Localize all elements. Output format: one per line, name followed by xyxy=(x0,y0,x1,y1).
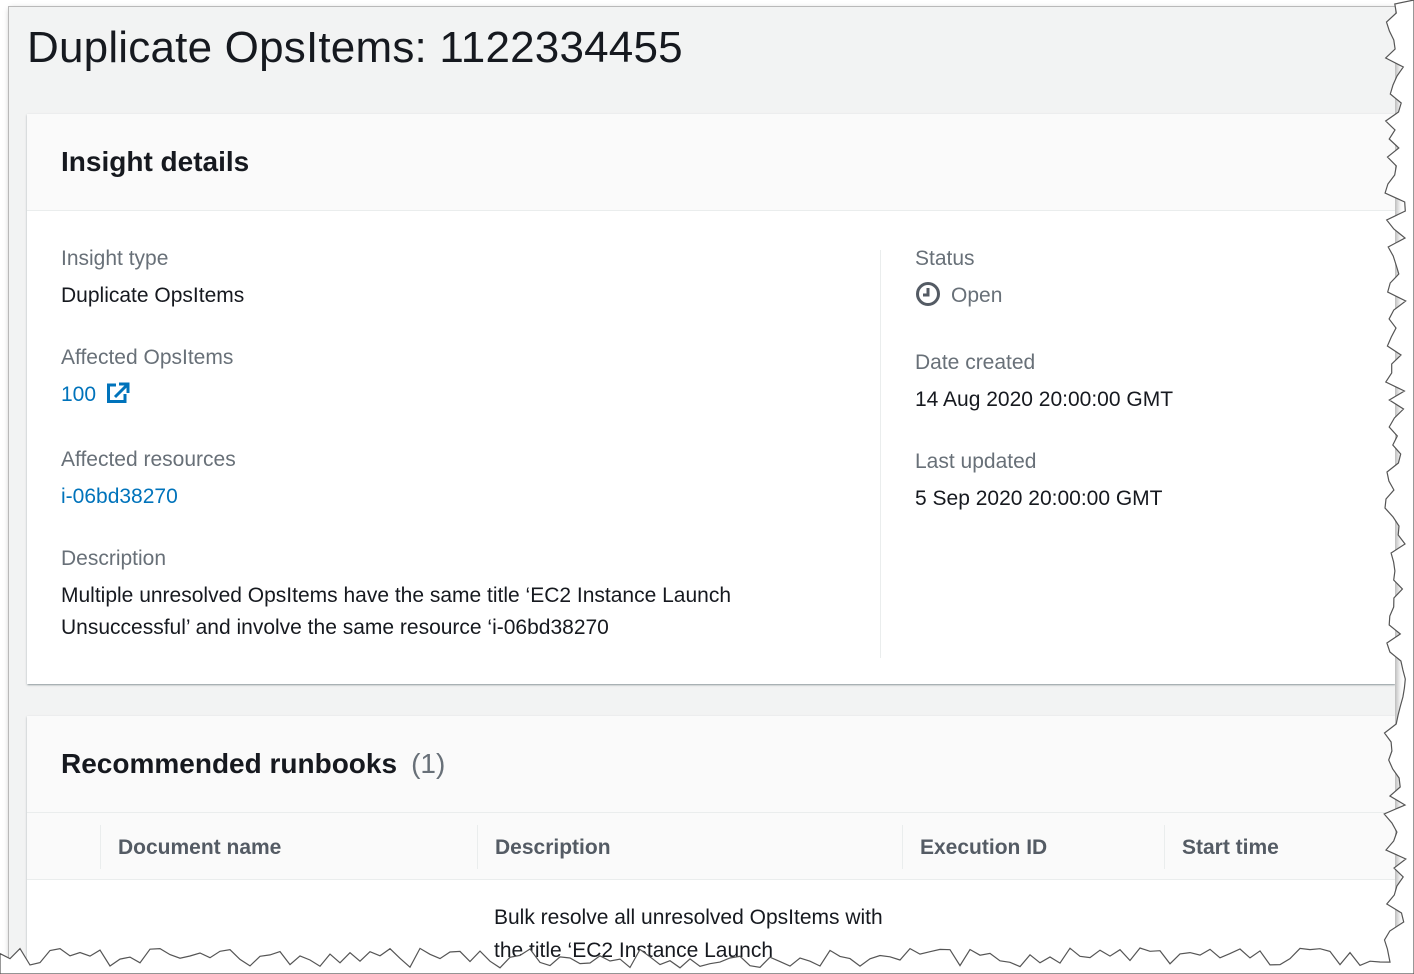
recommended-runbooks-title: Recommended runbooks (1) xyxy=(61,716,445,812)
description-label: Description xyxy=(61,547,167,570)
status-value-row: Open xyxy=(915,280,1395,317)
column-separator xyxy=(902,825,903,869)
status-field: Status Open xyxy=(915,244,1395,317)
column-header-execution-id[interactable]: Execution ID xyxy=(920,813,1047,879)
description-field: Description Multiple unresolved OpsItems… xyxy=(61,544,861,644)
affected-resources-field: Affected resources i-06bd38270 xyxy=(61,445,861,513)
page-title: Duplicate OpsItems: 1122334455 xyxy=(27,23,683,72)
insight-details-right-column: Status Open Date created 14 Aug 2020 20:… xyxy=(915,244,1395,546)
description-value: Multiple unresolved OpsItems have the sa… xyxy=(61,584,732,639)
date-created-label: Date created xyxy=(915,351,1036,374)
status-value: Open xyxy=(951,284,1003,307)
column-header-start-time[interactable]: Start time xyxy=(1182,813,1279,879)
column-header-description[interactable]: Description xyxy=(495,813,611,879)
date-created-field: Date created 14 Aug 2020 20:00:00 GMT xyxy=(915,348,1395,416)
recommended-runbooks-panel: Recommended runbooks (1) Document name De… xyxy=(27,716,1395,967)
insight-details-left-column: Insight type Duplicate OpsItems Affected… xyxy=(61,244,861,675)
column-header-document-name[interactable]: Document name xyxy=(118,813,281,879)
clock-icon xyxy=(915,281,941,317)
last-updated-label: Last updated xyxy=(915,450,1037,473)
last-updated-value: 5 Sep 2020 20:00:00 GMT xyxy=(915,487,1163,510)
affected-opsitems-count: 100 xyxy=(61,383,97,406)
affected-opsitems-value-row: 100 xyxy=(61,379,861,414)
affected-resource-link[interactable]: i-06bd38270 xyxy=(61,485,178,508)
date-created-value: 14 Aug 2020 20:00:00 GMT xyxy=(915,388,1174,411)
insight-details-title: Insight details xyxy=(61,146,250,177)
affected-opsitems-field: Affected OpsItems 100 xyxy=(61,343,861,414)
runbooks-count: (1) xyxy=(411,748,446,779)
insight-details-panel: Insight details Insight type Duplicate O… xyxy=(27,114,1395,684)
column-separator xyxy=(1164,825,1165,869)
affected-resources-value-row: i-06bd38270 xyxy=(61,481,861,513)
status-label: Status xyxy=(915,247,975,270)
column-separator xyxy=(100,825,101,869)
screenshot-frame: Duplicate OpsItems: 1122334455 Insight d… xyxy=(8,6,1395,967)
insight-type-field: Insight type Duplicate OpsItems xyxy=(61,244,861,312)
insight-type-label: Insight type xyxy=(61,247,169,270)
insight-type-value: Duplicate OpsItems xyxy=(61,284,245,307)
affected-opsitems-link[interactable]: 100 xyxy=(61,382,130,406)
column-separator xyxy=(477,825,478,869)
insight-details-header: Insight details xyxy=(27,114,1395,211)
affected-resources-label: Affected resources xyxy=(61,448,236,471)
affected-opsitems-label: Affected OpsItems xyxy=(61,346,234,369)
recommended-runbooks-header: Recommended runbooks (1) xyxy=(27,716,1395,813)
last-updated-field: Last updated 5 Sep 2020 20:00:00 GMT xyxy=(915,447,1395,515)
column-divider xyxy=(880,250,881,658)
external-link-icon xyxy=(106,382,130,414)
recommended-runbooks-title-text: Recommended runbooks xyxy=(61,748,398,779)
runbooks-table-header: Document name Description Execution ID S… xyxy=(27,813,1395,880)
runbook-row-description: Bulk resolve all unresolved OpsItems wit… xyxy=(494,906,883,962)
